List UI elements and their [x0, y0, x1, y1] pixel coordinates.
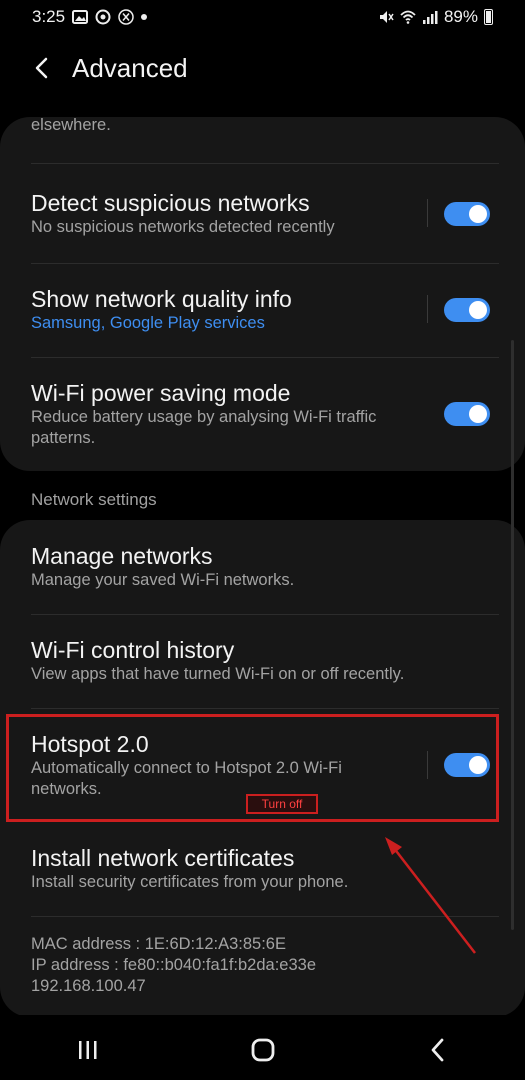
back-arrow-icon: [35, 57, 48, 79]
divider: [31, 163, 499, 164]
toggle-knob: [469, 205, 487, 223]
home-icon: [251, 1038, 274, 1062]
divider: [31, 263, 499, 264]
wifi-icon: [400, 10, 416, 24]
row-title: Manage networks: [31, 543, 213, 569]
divider: [31, 357, 499, 358]
divider: [427, 199, 428, 227]
back-nav-icon: [431, 1038, 443, 1062]
status-time: 3:25: [32, 7, 66, 26]
network-quality-info-toggle[interactable]: [444, 298, 490, 322]
wifi-power-saving-row[interactable]: Wi-Fi power saving mode Reduce battery u…: [31, 379, 415, 449]
row-title: Wi-Fi power saving mode: [31, 380, 291, 406]
row-subtitle: Reduce battery usage by analysing Wi-Fi …: [31, 408, 377, 447]
navigation-bar: [0, 1020, 525, 1080]
row-subtitle: Manage your saved Wi-Fi networks.: [31, 571, 295, 589]
status-bar: 3:25 89%: [0, 0, 525, 34]
divider: [31, 708, 499, 709]
signal-icon: [422, 11, 438, 24]
back-nav-button[interactable]: [398, 1022, 478, 1078]
toggle-knob: [469, 405, 487, 423]
gallery-icon: [72, 10, 89, 24]
battery-icon: [484, 9, 493, 25]
scrollbar[interactable]: [511, 340, 514, 930]
recent-apps-icon: [78, 1041, 96, 1059]
clipped-row-text: elsewhere.: [31, 116, 111, 134]
row-subtitle: View apps that have turned Wi-Fi on or o…: [31, 665, 405, 683]
manage-networks-row[interactable]: Manage networks Manage your saved Wi-Fi …: [31, 542, 525, 591]
toggle-knob: [469, 301, 487, 319]
notification-dot-icon: [141, 14, 148, 20]
wifi-options-card: elsewhere. Detect suspicious networks No…: [0, 115, 525, 471]
divider: [31, 614, 499, 615]
wifi-control-history-row[interactable]: Wi-Fi control history View apps that hav…: [31, 636, 525, 685]
back-button[interactable]: [12, 40, 72, 96]
clipped-row: elsewhere.: [31, 115, 525, 136]
annotation-note: Turn off: [246, 794, 318, 814]
row-title: Wi-Fi control history: [31, 637, 235, 663]
sync-icon: [95, 9, 111, 25]
ipv4-address: 192.168.100.47: [31, 977, 146, 995]
detect-suspicious-networks-toggle[interactable]: [444, 202, 490, 226]
twitter-x-icon: [118, 9, 134, 25]
page-title: Advanced: [72, 52, 188, 83]
divider: [427, 295, 428, 323]
wifi-power-saving-toggle[interactable]: [444, 402, 490, 426]
battery-percent: 89%: [443, 7, 478, 26]
mute-icon: [379, 11, 394, 23]
recent-apps-button[interactable]: [48, 1022, 128, 1078]
header: Advanced: [0, 40, 525, 96]
home-button[interactable]: [223, 1022, 303, 1078]
annotation-arrow-icon: [385, 837, 476, 954]
section-header-network-settings: Network settings: [31, 490, 157, 509]
